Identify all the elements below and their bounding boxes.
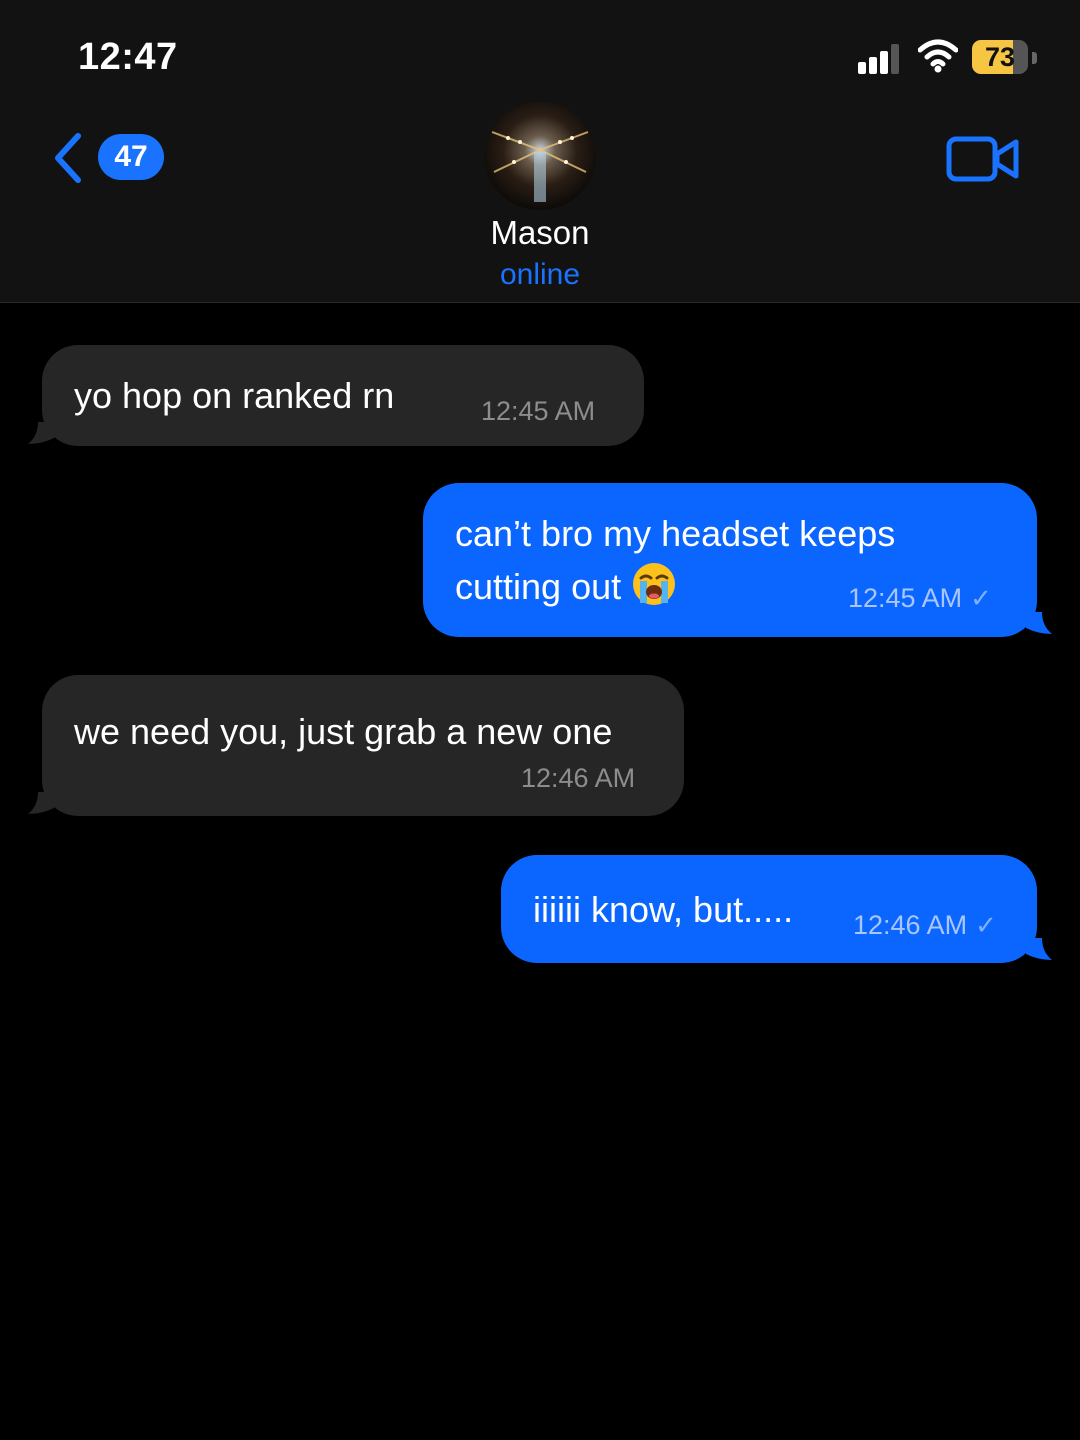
battery-percent: 73 [984, 42, 1016, 72]
message-time: 12:46 AM [521, 763, 636, 793]
chat-header: 47 Mason online [0, 102, 1080, 303]
message-time-row: 12:45 AM ✓ [848, 583, 992, 614]
status-time: 12:47 [78, 36, 178, 78]
message-time-row: 12:46 AM ✓ [853, 910, 997, 941]
avatar[interactable] [484, 102, 596, 210]
avatar-image [484, 102, 596, 210]
contact-status: online [499, 258, 581, 291]
chevron-left-icon [55, 133, 81, 183]
status-bar: 12:47 73 [0, 0, 1080, 110]
loudly-crying-face-emoji-icon [633, 563, 676, 605]
read-check-icon: ✓ [975, 910, 997, 940]
video-call-icon[interactable] [946, 134, 1020, 184]
message-bubble[interactable]: iiiiii know, but..... 12:46 AM ✓ [501, 855, 1037, 963]
message-text: cutting out [455, 566, 622, 607]
read-check-icon: ✓ [970, 583, 992, 613]
message-text-line-2: cutting out [455, 560, 677, 613]
contact-name[interactable]: Mason [0, 214, 1080, 252]
message-text: yo hop on ranked rn [74, 375, 395, 416]
message-time: 12:46 AM [853, 910, 968, 940]
message-bubble[interactable]: we need you, just grab a new one 12:46 A… [42, 675, 684, 816]
battery-icon: 73 [972, 40, 1028, 74]
message-time: 12:45 AM [481, 396, 596, 426]
battery-cap [1032, 52, 1037, 64]
wifi-icon [918, 39, 958, 73]
message-text: iiiiii know, but..... [533, 889, 794, 930]
message-text: can’t bro my headset keeps [455, 513, 896, 554]
cellular-signal-icon [858, 42, 906, 74]
message-bubble[interactable]: can’t bro my headset keeps cutting out 1… [423, 483, 1037, 637]
unread-count-badge: 47 [98, 134, 164, 180]
message-time: 12:45 AM [848, 583, 963, 613]
message-text: we need you, just grab a new one [74, 711, 613, 752]
back-button[interactable]: 47 [44, 130, 174, 190]
message-bubble[interactable]: yo hop on ranked rn 12:45 AM [42, 345, 644, 446]
